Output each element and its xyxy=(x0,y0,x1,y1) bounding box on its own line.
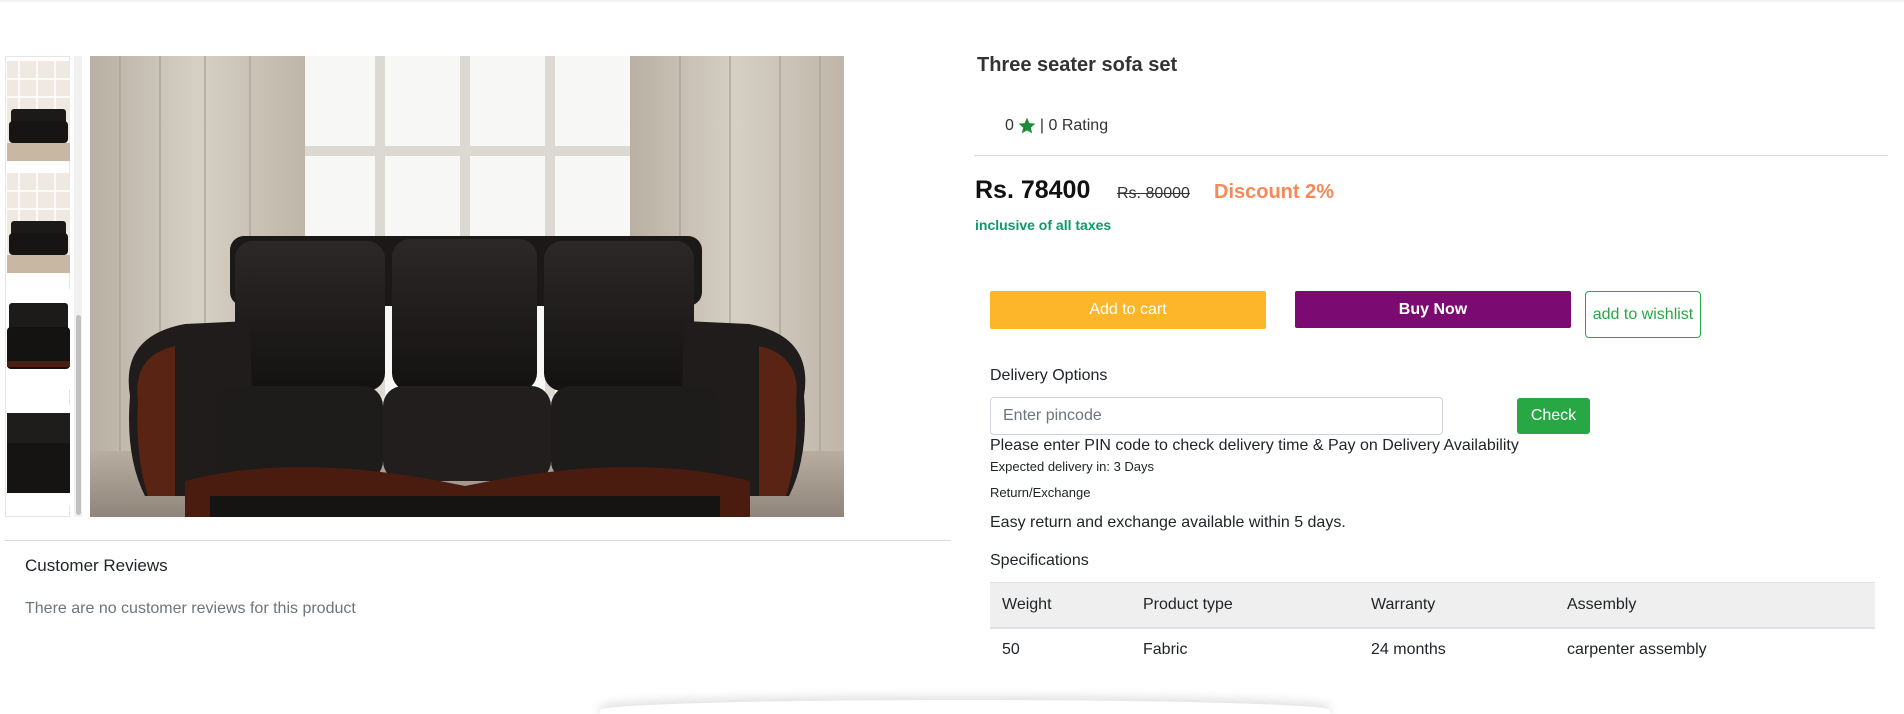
check-pincode-button[interactable]: Check xyxy=(1517,398,1590,434)
delivery-options-label: Delivery Options xyxy=(990,367,1108,384)
thumbnail-scrollbar-thumb[interactable] xyxy=(76,315,81,515)
top-border xyxy=(0,0,1904,2)
rating-value: 0 xyxy=(1005,117,1014,134)
title-divider xyxy=(974,155,1888,156)
table-header-row: Weight Product type Warranty Assembly xyxy=(990,582,1875,629)
thumbnail-3[interactable] xyxy=(7,289,70,389)
return-exchange-text: Easy return and exchange available withi… xyxy=(990,514,1346,531)
bottom-panel-edge xyxy=(600,700,1330,714)
table-cell: 50 xyxy=(1002,640,1020,658)
thumbnail-1[interactable] xyxy=(7,61,70,161)
expected-delivery: Expected delivery in: 3 Days xyxy=(990,459,1155,474)
original-price: Rs. 80000 xyxy=(1117,185,1190,202)
thumbnail-4[interactable] xyxy=(7,405,70,505)
column-header: Warranty xyxy=(1359,582,1555,629)
add-to-cart-button[interactable]: Add to cart xyxy=(990,291,1266,329)
star-icon xyxy=(1017,116,1037,136)
pincode-input[interactable] xyxy=(990,397,1443,435)
table-row: 50 Fabric 24 months carpenter assembly xyxy=(990,628,1875,671)
discount-label: Discount 2% xyxy=(1214,181,1335,203)
specifications-heading: Specifications xyxy=(990,552,1089,569)
thumbnail-2[interactable] xyxy=(7,173,70,273)
pincode-instruction: Please enter PIN code to check delivery … xyxy=(990,437,1519,454)
product-rating: 0 | 0 Rating xyxy=(1005,116,1108,136)
add-to-wishlist-button[interactable]: add to wishlist xyxy=(1585,291,1701,338)
table-cell: carpenter assembly xyxy=(1567,640,1707,658)
product-main-image[interactable] xyxy=(90,56,844,517)
return-exchange-label: Return/Exchange xyxy=(990,485,1091,500)
product-title: Three seater sofa set xyxy=(977,54,1178,76)
column-header: Product type xyxy=(1131,582,1359,629)
customer-reviews-heading: Customer Reviews xyxy=(25,556,168,575)
selling-price: Rs. 78400 xyxy=(975,176,1091,204)
column-header: Assembly xyxy=(1555,582,1875,629)
table-cell: Fabric xyxy=(1143,640,1188,658)
no-reviews-text: There are no customer reviews for this p… xyxy=(25,600,356,617)
specifications-table: Weight Product type Warranty Assembly 50… xyxy=(990,582,1875,671)
buy-now-button[interactable]: Buy Now xyxy=(1295,291,1571,328)
taxes-note: inclusive of all taxes xyxy=(975,217,1112,233)
rating-count: | 0 Rating xyxy=(1039,117,1109,134)
table-cell: 24 months xyxy=(1371,640,1446,658)
column-header: Weight xyxy=(990,582,1131,629)
thumbnail-list[interactable] xyxy=(5,56,70,517)
reviews-divider xyxy=(5,540,951,541)
